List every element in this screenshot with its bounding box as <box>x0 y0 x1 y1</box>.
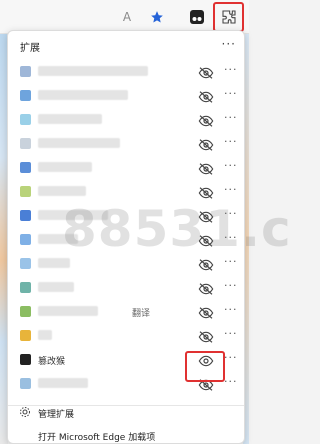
eye-off-icon[interactable] <box>198 185 214 199</box>
extensions-button[interactable] <box>213 2 244 32</box>
extension-row[interactable]: ··· <box>8 252 244 276</box>
extension-row[interactable]: ··· <box>8 108 244 132</box>
extension-row[interactable]: ··· <box>8 84 244 108</box>
extension-name-blurred <box>38 66 148 76</box>
extension-name-blurred <box>38 378 88 388</box>
extension-more-button[interactable]: ··· <box>224 159 238 172</box>
extension-row[interactable]: ··· <box>8 60 244 84</box>
extension-icon <box>20 210 31 221</box>
extension-name-blurred <box>38 210 108 220</box>
eye-off-icon[interactable] <box>198 113 214 127</box>
extension-icon <box>20 162 31 173</box>
extension-more-button[interactable]: ··· <box>224 351 238 364</box>
extension-more-button[interactable]: ··· <box>224 279 238 292</box>
extension-name-blurred <box>38 282 74 292</box>
open-addons-label: 打开 Microsoft Edge 加载项 <box>38 433 156 443</box>
extension-row[interactable]: ··· <box>8 276 244 300</box>
extension-icon <box>20 354 31 365</box>
extension-name-blurred <box>38 114 102 124</box>
extension-name-blurred <box>38 330 52 340</box>
eye-off-icon[interactable] <box>198 209 214 223</box>
extension-icon <box>20 330 31 341</box>
eye-off-icon[interactable] <box>198 65 214 79</box>
extension-more-button[interactable]: ··· <box>224 63 238 76</box>
extension-name-blurred <box>38 306 98 316</box>
extension-more-button[interactable]: ··· <box>224 231 238 244</box>
extension-row[interactable]: ··· <box>8 180 244 204</box>
extension-icon <box>20 234 31 245</box>
extension-icon <box>20 186 31 197</box>
extension-icon <box>20 258 31 269</box>
tampermonkey-button[interactable] <box>184 4 210 30</box>
extension-name-blurred <box>38 138 120 148</box>
extension-name: 篡改猴 <box>38 357 66 367</box>
extension-more-button[interactable]: ··· <box>224 87 238 100</box>
extension-row[interactable]: ··· <box>8 228 244 252</box>
extension-more-button[interactable]: ··· <box>224 303 238 316</box>
extension-row[interactable]: ··· <box>8 156 244 180</box>
eye-off-icon[interactable] <box>198 257 214 271</box>
gear-icon <box>20 407 30 417</box>
tampermonkey-icon <box>190 10 204 24</box>
extension-row[interactable]: ··· <box>8 324 244 348</box>
extension-name-suffix: 翻译 <box>132 309 151 319</box>
manage-extensions-item[interactable]: 管理扩展 <box>8 404 244 422</box>
extension-icon <box>20 282 31 293</box>
eye-off-icon[interactable] <box>198 305 214 319</box>
eye-off-icon[interactable] <box>198 89 214 103</box>
highlight-box <box>185 351 225 382</box>
extension-icon <box>20 66 31 77</box>
eye-off-icon[interactable] <box>198 137 214 151</box>
eye-off-icon[interactable] <box>198 329 214 343</box>
panel-more-button[interactable]: ··· <box>222 37 236 51</box>
extension-icon <box>20 306 31 317</box>
extension-row[interactable]: 翻译 ··· <box>8 300 244 324</box>
read-aloud-icon: A <box>122 10 132 24</box>
extension-row[interactable]: ··· <box>8 132 244 156</box>
open-addons-item[interactable]: 打开 Microsoft Edge 加载项 <box>8 427 244 444</box>
extension-more-button[interactable]: ··· <box>224 183 238 196</box>
extension-name-blurred <box>38 234 78 244</box>
extension-name-blurred <box>38 162 92 172</box>
extension-name-blurred <box>38 90 128 100</box>
extension-more-button[interactable]: ··· <box>224 255 238 268</box>
extension-icon <box>20 378 31 389</box>
browser-toolbar: A <box>0 0 249 34</box>
extension-icon <box>20 138 31 149</box>
extension-icon <box>20 114 31 125</box>
extension-more-button[interactable]: ··· <box>224 135 238 148</box>
star-icon <box>151 11 163 23</box>
panel-title: 扩展 <box>20 43 40 54</box>
eye-off-icon[interactable] <box>198 161 214 175</box>
read-aloud-button[interactable]: A <box>114 4 140 30</box>
extension-more-button[interactable]: ··· <box>224 375 238 388</box>
extension-name-blurred <box>38 258 70 268</box>
extension-row[interactable]: ··· <box>8 204 244 228</box>
extensions-panel: 扩展 ··· ··· ··· ··· ··· ··· ··· ··· ··· ··· ··· 翻译 ·… <box>7 30 245 444</box>
extension-more-button[interactable]: ··· <box>224 111 238 124</box>
extension-more-button[interactable]: ··· <box>224 207 238 220</box>
extension-icon <box>20 90 31 101</box>
puzzle-icon <box>221 10 236 24</box>
favorites-button[interactable] <box>144 4 170 30</box>
manage-extensions-label: 管理扩展 <box>38 410 75 420</box>
extension-name-blurred <box>38 186 86 196</box>
eye-off-icon[interactable] <box>198 281 214 295</box>
browser-window: A 扩展 ··· ··· ··· ··· ··· ··· ··· ··· ··· ··· ··· 翻… <box>0 0 291 444</box>
eye-off-icon[interactable] <box>198 233 214 247</box>
extension-more-button[interactable]: ··· <box>224 327 238 340</box>
